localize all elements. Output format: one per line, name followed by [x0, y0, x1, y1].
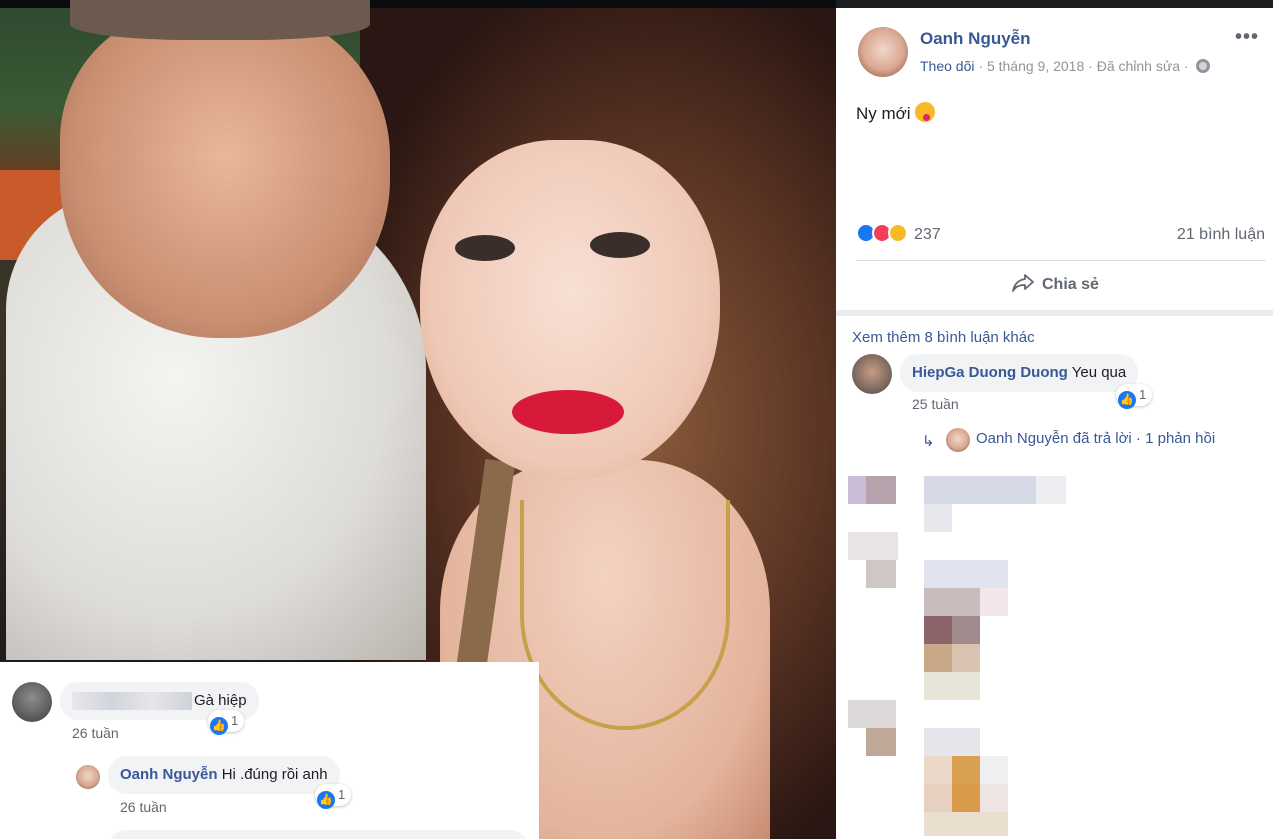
reply-time[interactable]: 26 tuần: [120, 799, 167, 815]
edited-label[interactable]: Đã chỉnh sửa: [1097, 58, 1180, 74]
post-text: Ny mới: [856, 102, 935, 124]
pixel-block: [952, 756, 980, 784]
pixel-block: [924, 560, 1008, 588]
pixel-block: [866, 476, 896, 504]
haha-icon: [888, 223, 908, 243]
pixel-block: [924, 588, 980, 616]
author-avatar[interactable]: [858, 27, 908, 77]
pixel-block: [980, 756, 1008, 784]
section-separator: [836, 310, 1273, 316]
pixel-block: [848, 532, 898, 560]
share-label: Chia sẻ: [1042, 276, 1099, 293]
reply-bubble: Oanh Nguyễn Hi .đúng rồi anh: [108, 756, 340, 794]
comment-time[interactable]: 25 tuần: [912, 396, 959, 412]
view-replies-link[interactable]: Oanh Nguyễn đã trả lời · 1 phản hồi: [976, 430, 1215, 447]
reply-avatar[interactable]: [76, 765, 100, 789]
comments-count[interactable]: 21 bình luận: [1177, 226, 1265, 244]
comment-text: Gà hiệp: [194, 692, 247, 709]
post-meta: Theo dõi · 5 tháng 9, 2018 · Đã chỉnh sử…: [920, 58, 1211, 74]
photo-necklace: [520, 500, 730, 730]
pixel-block: [980, 588, 1008, 616]
like-icon: 👍: [210, 717, 228, 735]
share-icon: [1012, 274, 1034, 292]
follow-link[interactable]: Theo dõi: [920, 58, 974, 74]
meta-separator: ·: [1183, 58, 1189, 74]
pixel-block: [952, 784, 980, 812]
pixel-block: [924, 616, 952, 644]
commenter-avatar[interactable]: [12, 682, 52, 722]
photo-eye-left: [455, 235, 515, 261]
pixel-block: [924, 784, 952, 812]
overlay-comment-card: Gà hiệp 👍 1 26 tuần Oanh Nguyễn Hi .đúng …: [0, 662, 539, 839]
pixel-block: [980, 784, 1008, 812]
comment-time[interactable]: 26 tuần: [72, 725, 119, 741]
pixel-block: [866, 560, 896, 588]
commenter-name[interactable]: HiepGa Duong Duong: [912, 364, 1068, 381]
like-icon: 👍: [1118, 391, 1136, 409]
comment-like-badge[interactable]: 👍 1: [208, 710, 245, 735]
comment-bubble: HiepGa Duong Duong Yeu qua: [900, 354, 1139, 392]
reply-author-name[interactable]: Oanh Nguyễn: [120, 766, 218, 783]
pixel-block: [924, 812, 1008, 836]
photo-man-face: [60, 8, 390, 338]
like-icon: 👍: [317, 791, 335, 809]
post-date[interactable]: 5 tháng 9, 2018: [987, 58, 1084, 74]
meta-separator: ·: [978, 58, 984, 74]
pixel-block: [924, 644, 952, 672]
facebook-photo-viewer: Gà hiệp 👍 1 26 tuần Oanh Nguyễn Hi .đúng …: [0, 0, 1273, 839]
reply-arrow-icon: ↳: [922, 433, 935, 450]
pixel-block: [1036, 476, 1066, 504]
share-button[interactable]: Chia sẻ: [1012, 274, 1099, 294]
meta-separator: ·: [1088, 58, 1093, 74]
comment-like-count: 1: [1139, 387, 1147, 402]
commenter-avatar[interactable]: [852, 354, 892, 394]
pixel-block: [866, 728, 896, 756]
pixel-block: [924, 672, 980, 700]
comment-like-count: 1: [231, 713, 239, 728]
globe-icon[interactable]: [1196, 59, 1211, 73]
post-details-panel: Oanh Nguyễn Theo dõi · 5 tháng 9, 2018 ·…: [836, 8, 1273, 839]
pixel-block: [924, 728, 980, 756]
pixel-block: [924, 504, 952, 532]
reply-like-count: 1: [338, 787, 346, 802]
pixel-block: [848, 700, 896, 728]
comment-like-badge[interactable]: 👍 1: [1116, 384, 1153, 409]
reactions-summary[interactable]: 237: [856, 223, 941, 247]
reply-avatar[interactable]: [946, 428, 970, 452]
reply-text: Hi .đúng rồi anh: [221, 766, 328, 783]
pixel-block: [924, 476, 1036, 504]
pixel-block: [924, 756, 952, 784]
more-icon[interactable]: •••: [1235, 26, 1259, 49]
view-more-comments-link[interactable]: Xem thêm 8 bình luận khác: [852, 329, 1035, 346]
panel-top-strip: [836, 0, 1273, 8]
blurred-commenter-name: [72, 692, 192, 711]
pixel-block: [952, 644, 980, 672]
pixel-block: [952, 616, 980, 644]
tongue-emoji-icon: [914, 102, 935, 122]
photo-lips: [512, 390, 624, 434]
reply-like-badge[interactable]: 👍 1: [315, 784, 352, 809]
next-reply-bubble: [108, 830, 528, 839]
photo-man-hair: [70, 0, 370, 40]
author-name[interactable]: Oanh Nguyễn: [920, 29, 1031, 49]
comment-text: Yeu qua: [1071, 364, 1127, 381]
divider: [856, 260, 1266, 261]
photo-eye-right: [590, 232, 650, 258]
reactions-count: 237: [914, 226, 941, 243]
post-message: Ny mới: [856, 104, 911, 123]
